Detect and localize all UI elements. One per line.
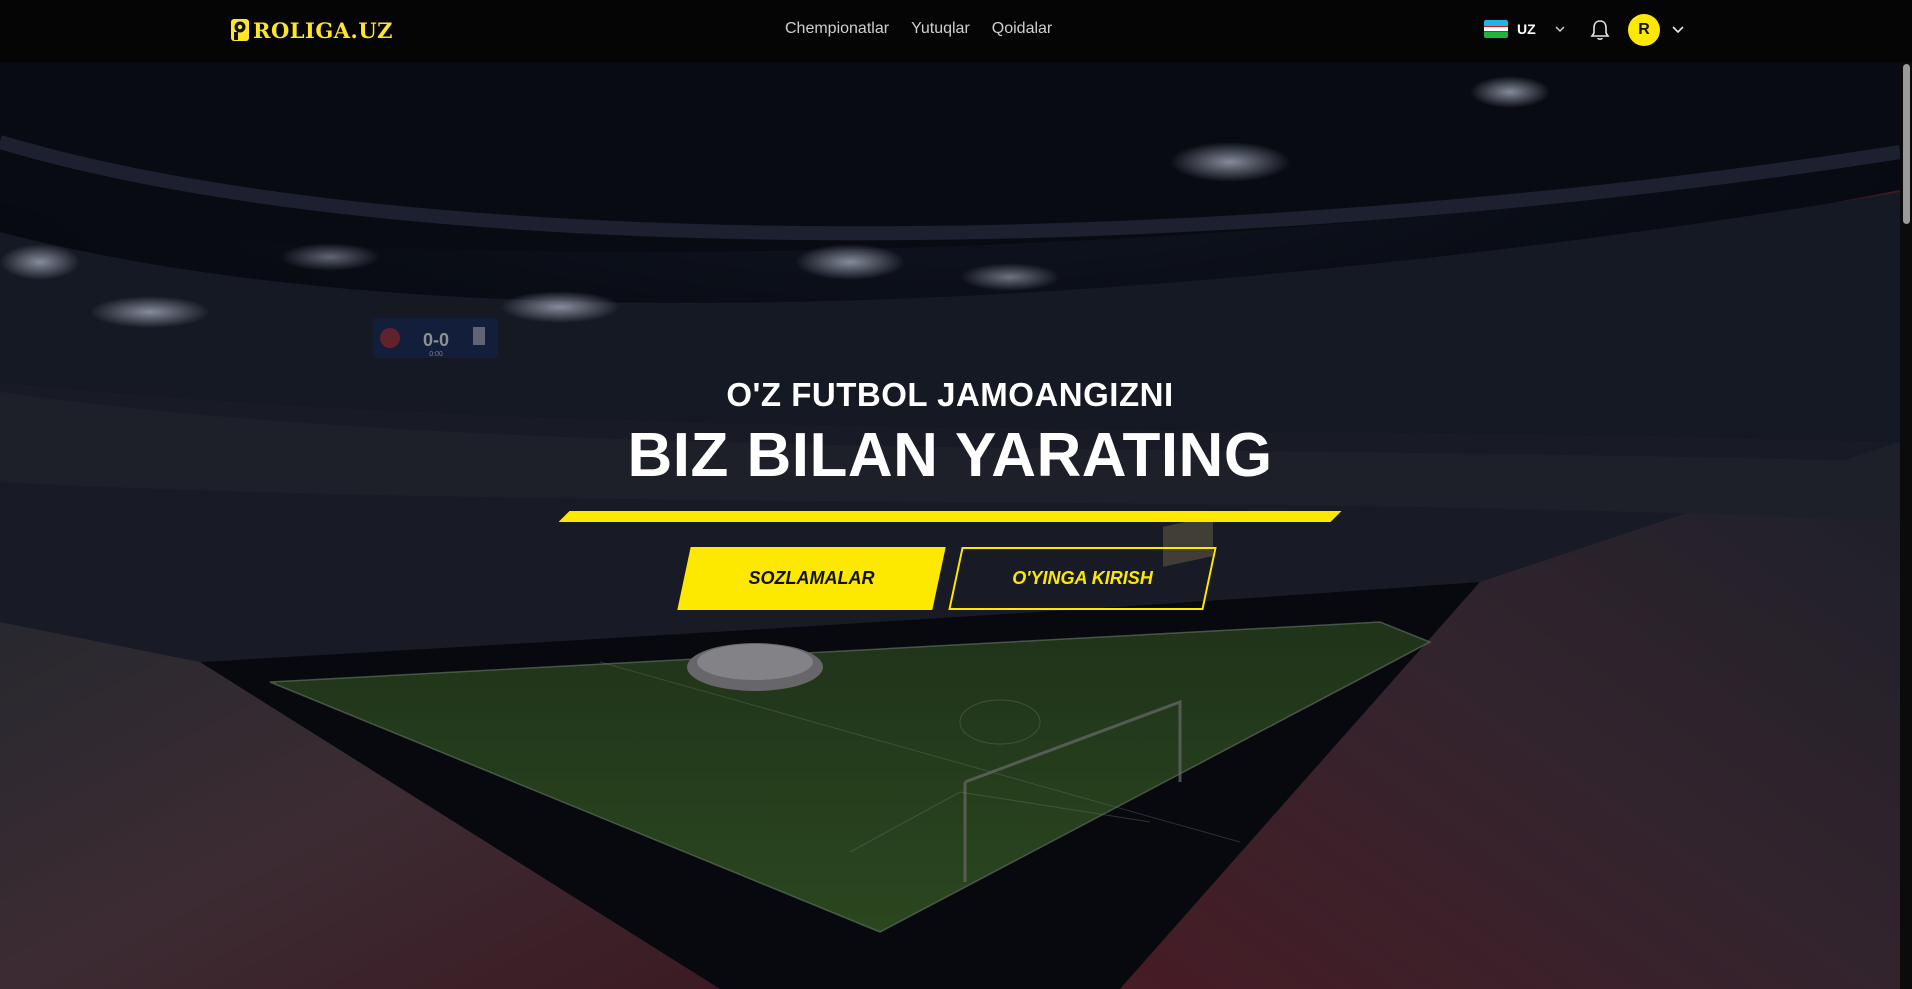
nav-link-chempionatlar[interactable]: Chempionatlar <box>785 20 889 38</box>
main-nav: Chempionatlar Yutuqlar Qoidalar <box>785 20 1074 38</box>
enter-game-button[interactable]: O'YINGA KIRISH <box>948 547 1217 610</box>
scrollbar-thumb[interactable] <box>1903 64 1910 224</box>
uzbekistan-flag-icon <box>1484 20 1508 38</box>
nav-link-yutuqlar[interactable]: Yutuqlar <box>911 20 970 38</box>
account-menu-chevron-icon[interactable] <box>1671 24 1685 36</box>
user-avatar[interactable]: R <box>1628 14 1660 46</box>
chevron-down-icon <box>1555 26 1565 33</box>
page-scrollbar[interactable] <box>1900 62 1912 989</box>
title-underline-accent <box>558 511 1342 522</box>
language-selector[interactable]: UZ <box>1484 20 1566 38</box>
language-code: UZ <box>1517 21 1536 37</box>
top-header: ROLIGA.UZ Chempionatlar Yutuqlar Qoidala… <box>0 0 1912 62</box>
enter-game-button-label: O'YINGA KIRISH <box>1012 568 1153 588</box>
stadium-background-image: 0-0 0:00 <box>0 62 1900 989</box>
settings-button-label: SOZLAMALAR <box>748 568 875 588</box>
notification-bell-icon[interactable] <box>1590 19 1610 41</box>
ball-logo-icon <box>231 19 249 41</box>
logo-text: ROLIGA.UZ <box>253 17 394 43</box>
hero-subtitle: O'Z FUTBOL JAMOANGIZNI <box>726 376 1174 413</box>
hero-title: BIZ BILAN YARATING <box>627 421 1273 490</box>
settings-button[interactable]: SOZLAMALAR <box>677 547 946 610</box>
proliga-logo[interactable]: ROLIGA.UZ <box>230 15 393 45</box>
stadium-hero: 0-0 0:00 <box>0 62 1900 989</box>
nav-link-qoidalar[interactable]: Qoidalar <box>992 20 1052 38</box>
